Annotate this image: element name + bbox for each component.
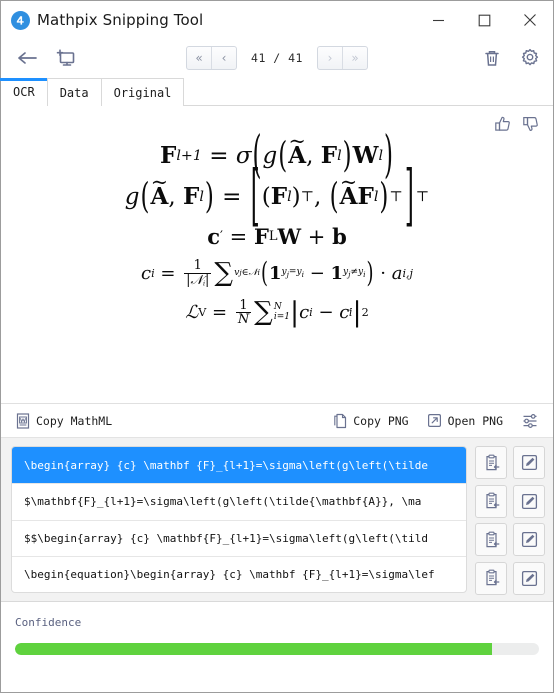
equation-5: ℒV = 1N ∑ Ni=1 | c i − c ′ i | 2 (185, 297, 369, 329)
main-toolbar: « ‹ 41 / 41 › » (1, 39, 553, 77)
equation-3: c ′ = FLW + b (207, 224, 347, 249)
new-snip-icon[interactable] (51, 45, 81, 71)
open-png-button[interactable]: Open PNG (427, 413, 503, 429)
equation-1: Fl+1 = σ(g(A, Fl)Wl) (160, 127, 394, 184)
open-png-label: Open PNG (447, 413, 503, 428)
sliders-icon[interactable] (521, 412, 539, 430)
result-action-row (475, 561, 545, 595)
tab-original[interactable]: Original (100, 78, 185, 106)
tab-original-label: Original (113, 85, 172, 100)
latex-text: $\mathbf{F}_{l+1}=\sigma\left(g\left(\ti… (24, 495, 422, 509)
feedback-buttons (493, 114, 541, 134)
confidence-section: Confidence (1, 601, 553, 692)
window-controls (415, 1, 553, 39)
latex-text: $$\begin{array} {c} \mathbf{F}_{l+1}=\si… (24, 531, 428, 545)
edit-square-icon[interactable] (513, 446, 545, 479)
gear-icon[interactable] (519, 47, 541, 69)
minimize-icon[interactable] (415, 1, 461, 39)
rendered-equations: Fl+1 = σ(g(A, Fl)Wl) g(A, Fl) = [(Fl)⊤, … (1, 127, 553, 329)
copy-png-button[interactable]: Copy PNG (332, 413, 409, 429)
page-indicator: 41 / 41 (251, 51, 303, 65)
page-navigation: « ‹ 41 / 41 › » (1, 39, 553, 77)
trash-icon[interactable] (481, 47, 503, 69)
edit-square-icon[interactable] (513, 523, 545, 556)
equation-4: ci = 1 |𝒩i| ∑ vj∈𝒩i (1 yj=yi − 1 yj≠yi) · ai… (140, 256, 414, 290)
result-action-row (475, 523, 545, 556)
latex-results-list: \begin{array} {c} \mathbf {F}_{l+1}=\sig… (11, 446, 467, 593)
copy-bar-right-actions: Copy PNG Open PNG (332, 412, 539, 430)
result-action-buttons (475, 446, 545, 595)
latex-text: \begin{array} {c} \mathbf {F}_{l+1}=\sig… (24, 458, 428, 472)
latex-results-panel: \begin{array} {c} \mathbf {F}_{l+1}=\sig… (1, 438, 553, 601)
mathpix-logo-icon (11, 10, 30, 30)
formula-preview-panel: Fl+1 = σ(g(A, Fl)Wl) g(A, Fl) = [(Fl)⊤, … (1, 106, 553, 404)
list-item[interactable]: \begin{equation}\begin{array} {c} \mathb… (12, 555, 466, 592)
edit-square-icon[interactable] (513, 484, 545, 518)
external-link-icon (427, 413, 442, 429)
tab-data[interactable]: Data (46, 78, 102, 106)
tab-data-label: Data (59, 85, 89, 100)
thumbs-down-icon[interactable] (521, 114, 541, 134)
back-arrow-icon[interactable] (13, 45, 43, 71)
list-item[interactable]: \begin{array} {c} \mathbf {F}_{l+1}=\sig… (12, 447, 466, 484)
copy-mathml-button[interactable]: Copy MathML (15, 412, 113, 429)
list-item[interactable]: $$\begin{array} {c} \mathbf{F}_{l+1}=\si… (12, 519, 466, 556)
toolbar-right-actions (481, 47, 541, 69)
copy-mathml-label: Copy MathML (36, 413, 113, 428)
close-icon[interactable] (507, 1, 553, 39)
confidence-bar-track (15, 643, 539, 655)
confidence-label: Confidence (15, 616, 82, 629)
clipboard-copy-icon[interactable] (475, 523, 507, 556)
app-window: Mathpix Snipping Tool « ‹ 41 / 41 › » OC… (0, 0, 554, 693)
app-title: Mathpix Snipping Tool (37, 11, 204, 29)
word-doc-icon (15, 412, 30, 429)
clipboard-copy-icon[interactable] (475, 446, 507, 479)
thumbs-up-icon[interactable] (493, 114, 513, 134)
tab-ocr-label: OCR (13, 85, 35, 99)
clipboard-copy-icon[interactable] (475, 561, 507, 595)
tab-ocr[interactable]: OCR (0, 78, 48, 106)
copy-page-icon (332, 413, 347, 429)
copy-png-label: Copy PNG (353, 413, 409, 428)
clipboard-copy-icon[interactable] (475, 484, 507, 518)
last-page-button[interactable]: » (341, 47, 367, 69)
result-action-row (475, 484, 545, 518)
first-page-button[interactable]: « (187, 47, 211, 69)
next-page-button[interactable]: › (318, 47, 342, 69)
result-action-row (475, 446, 545, 479)
title-bar: Mathpix Snipping Tool (1, 1, 553, 39)
edit-square-icon[interactable] (513, 561, 545, 595)
page-nav-prev-group: « ‹ (186, 46, 238, 70)
page-nav-next-group: › » (316, 46, 368, 70)
prev-page-button[interactable]: ‹ (211, 47, 236, 69)
tab-bar: OCR Data Original (0, 77, 553, 106)
confidence-bar-fill (15, 643, 492, 655)
maximize-icon[interactable] (461, 1, 507, 39)
list-item[interactable]: $\mathbf{F}_{l+1}=\sigma\left(g\left(\ti… (12, 483, 466, 519)
equation-2: g(A, Fl) = [(Fl)⊤, (AFl)⊤]⊤ (125, 159, 429, 234)
latex-text: \begin{equation}\begin{array} {c} \mathb… (24, 567, 435, 581)
copy-actions-bar: Copy MathML Copy PNG Open PNG (1, 404, 553, 438)
